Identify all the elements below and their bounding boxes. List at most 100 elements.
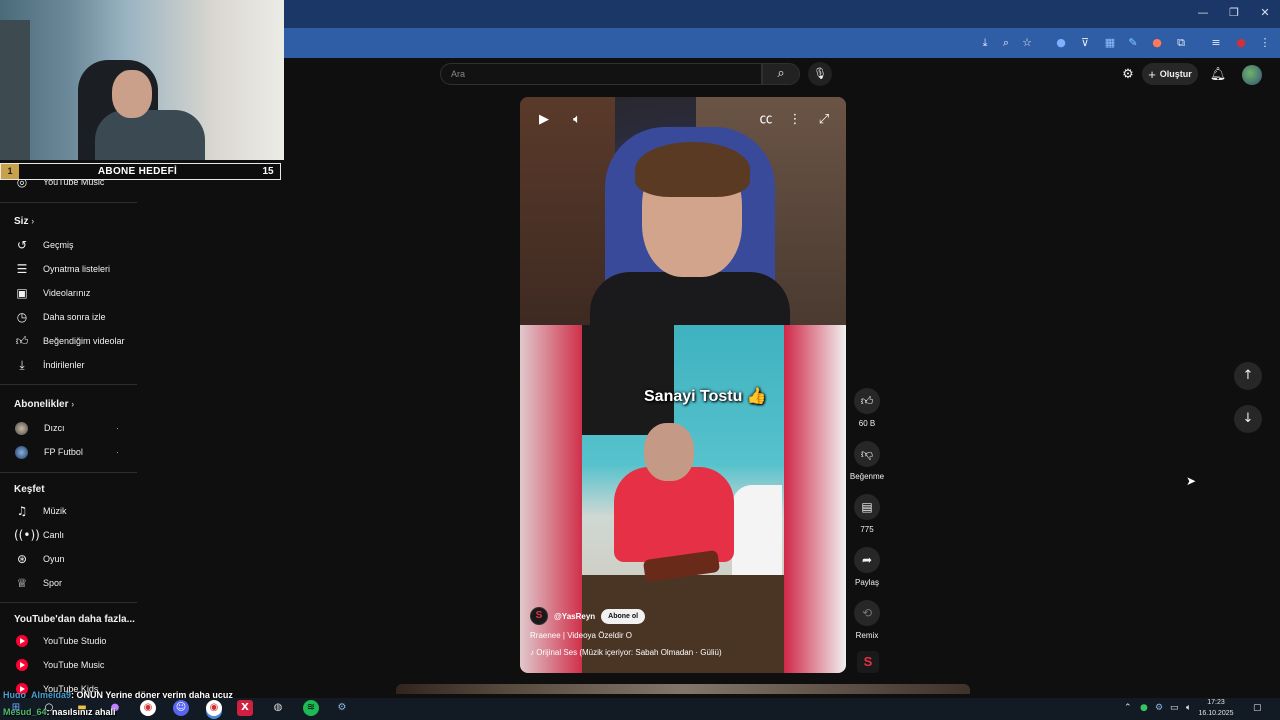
steam-icon[interactable]: ⚙: [334, 700, 350, 716]
channel-avatar: [15, 445, 28, 459]
chrome-icon[interactable]: ◉: [140, 700, 156, 716]
remix-label: Remix: [855, 631, 879, 640]
channel-row: S @YasReyn Abone ol: [530, 606, 646, 626]
sidebar-item-history[interactable]: ↺ Geçmiş: [14, 235, 74, 255]
sidebar-item-gaming[interactable]: ⊛ Oyun: [14, 549, 65, 569]
captions-icon[interactable]: ㏄: [756, 110, 776, 130]
maximize-button[interactable]: ❐: [1219, 6, 1249, 19]
discord-icon[interactable]: ☺: [173, 700, 189, 716]
search-input[interactable]: Ara: [440, 63, 762, 85]
like-button[interactable]: 👍︎: [854, 388, 880, 414]
extension-icon[interactable]: ⊽: [1077, 35, 1093, 51]
share-button[interactable]: ➦: [854, 547, 880, 573]
gear-icon[interactable]: ⚙: [1119, 66, 1137, 84]
sidebar-item-liked[interactable]: 👍︎ Beğendiğim videolar: [14, 331, 125, 351]
menu-icon[interactable]: ⋮: [1257, 35, 1273, 51]
shorts-player[interactable]: [520, 97, 846, 673]
extension-icon[interactable]: ●: [1149, 35, 1165, 51]
play-icon[interactable]: ▶: [534, 110, 554, 130]
sidebar-item-watch-later[interactable]: ◷ Daha sonra izle: [14, 307, 106, 327]
tray-steam-icon[interactable]: ⚙: [1155, 703, 1163, 713]
gaming-icon: ⊛: [16, 552, 28, 566]
network-icon[interactable]: ▭: [1170, 703, 1179, 713]
install-icon[interactable]: ⤓: [977, 35, 993, 51]
sidebar-you-header[interactable]: Siz ›: [14, 216, 34, 227]
sidebar-subscription-item[interactable]: FP Futbol: [14, 442, 83, 462]
xsplit-icon[interactable]: X: [237, 700, 253, 716]
video-frame-top: [520, 97, 846, 332]
extension-icon[interactable]: ▦: [1102, 35, 1118, 51]
zoom-icon[interactable]: ⌕: [998, 35, 1014, 51]
sidebar-item-music[interactable]: ♫ Müzik: [14, 501, 67, 521]
video-caption: Sanayi Tostu 👍: [644, 388, 767, 405]
previous-short-button[interactable]: ↑: [1234, 362, 1262, 390]
notification-icon[interactable]: ▢: [1253, 703, 1262, 713]
chrome-active-icon[interactable]: ◉: [206, 700, 222, 716]
live-icon: ((•)): [14, 528, 40, 542]
volume-icon[interactable]: 🔈︎: [1186, 703, 1191, 713]
subscriber-goal-bar: 1 ABONE HEDEFİ 15: [0, 163, 281, 180]
share-label: Paylaş: [854, 578, 879, 587]
sound-channel-avatar[interactable]: S: [857, 651, 879, 673]
sidebar-item-youtube-studio[interactable]: YouTube Studio: [14, 631, 106, 651]
spotify-icon[interactable]: ≋: [303, 700, 319, 716]
subscribe-button[interactable]: Abone ol: [601, 608, 646, 624]
puzzle-icon[interactable]: ⧉: [1173, 35, 1189, 51]
youtube-studio-icon: [16, 635, 28, 647]
channel-avatar[interactable]: S: [530, 607, 548, 625]
dislike-button[interactable]: 👎︎: [854, 441, 880, 467]
minimize-button[interactable]: —: [1188, 6, 1218, 19]
divider: [0, 202, 137, 203]
arrow-up-icon: ↑: [1242, 368, 1254, 383]
chat-message: Mesud_64: nasılsınız ahali: [3, 707, 116, 717]
avatar[interactable]: [1242, 65, 1262, 85]
star-icon[interactable]: ☆: [1019, 35, 1035, 51]
sidebar-subscription-item[interactable]: Dızcı: [14, 418, 65, 438]
next-short-preview[interactable]: [396, 684, 970, 694]
screen: — ❐ ✕ ⤓ ⌕ ☆ ● ⊽ ▦ ✎ ● ⧉ ≡ ● ⋮ ◎ YouTube …: [0, 0, 1280, 720]
tray-app-icon[interactable]: ●: [1140, 703, 1148, 713]
bell-icon[interactable]: 🔔︎: [1209, 66, 1227, 84]
voice-search-button[interactable]: 🎙︎: [808, 62, 832, 86]
trophy-icon: ♕: [16, 576, 28, 590]
create-button[interactable]: + Oluştur: [1142, 63, 1198, 85]
comments-button[interactable]: ▤: [854, 494, 880, 520]
extension-icon[interactable]: ✎: [1125, 35, 1141, 51]
dislike-label: Beğenme: [849, 472, 885, 481]
obs-icon[interactable]: ◍: [270, 700, 286, 716]
sidebar-item-live[interactable]: ((•)) Canlı: [14, 525, 64, 545]
music-icon: ♫: [16, 504, 28, 518]
thumbs-up-icon: 👍︎: [860, 394, 874, 408]
taskbar-clock[interactable]: 17:23 16.10.2025: [1196, 697, 1236, 719]
playlist-icon: ☰: [16, 262, 28, 276]
divider: [0, 602, 137, 603]
remix-button[interactable]: ⟲: [854, 600, 880, 626]
next-short-button[interactable]: ↓: [1234, 405, 1262, 433]
sidebar-subscriptions-header[interactable]: Abonelikler ›: [14, 399, 74, 410]
profile-icon[interactable]: ●: [1233, 35, 1249, 51]
audio-attribution[interactable]: ♪ Orijinal Ses (Müzik içeriyor: Sabah Ol…: [530, 648, 722, 657]
taskbar: [0, 698, 1280, 720]
video-title[interactable]: Rraenee | Videoya Özeldir O: [530, 631, 632, 640]
channel-handle[interactable]: @YasReyn: [554, 612, 595, 621]
sidebar-more-header: YouTube'dan daha fazla...: [14, 614, 135, 625]
share-icon: ➦: [861, 553, 873, 567]
arrow-down-icon: ↓: [1242, 411, 1254, 426]
media-icon[interactable]: ≡: [1208, 35, 1224, 51]
remix-icon: ⟲: [861, 606, 873, 620]
sidebar-item-sports[interactable]: ♕ Spor: [14, 573, 62, 593]
youtube-music-icon: [16, 659, 28, 671]
extension-icon[interactable]: ●: [1053, 35, 1069, 51]
more-options-icon[interactable]: ⋮: [785, 110, 805, 130]
divider: [0, 384, 137, 385]
sidebar-item-your-videos[interactable]: ▣ Videolarınız: [14, 283, 90, 303]
tray-chevron-icon[interactable]: ⌃: [1124, 703, 1132, 713]
sidebar-item-downloads[interactable]: ⤓ İndirilenler: [14, 355, 84, 375]
volume-icon[interactable]: 🔈︎: [567, 110, 587, 130]
fullscreen-icon[interactable]: ⤢: [814, 110, 834, 130]
sidebar-item-playlists[interactable]: ☰ Oynatma listeleri: [14, 259, 110, 279]
search-button[interactable]: ⌕: [762, 63, 800, 85]
divider: [0, 472, 137, 473]
close-window-button[interactable]: ✕: [1250, 6, 1280, 19]
sidebar-item-youtube-music[interactable]: YouTube Music: [14, 655, 104, 675]
